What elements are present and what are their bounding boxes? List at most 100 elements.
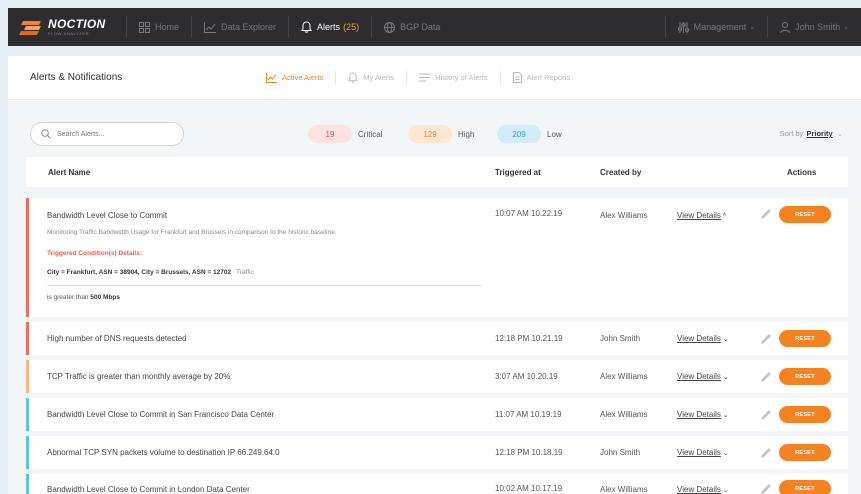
nav-user-menu[interactable]: John Smith ⌄	[768, 8, 861, 46]
high-label: High	[458, 129, 475, 139]
nav-bgp-data-label: BGP Data	[400, 22, 441, 32]
column-header-created-by[interactable]: Created by	[600, 168, 641, 177]
triggered-at: 11:07 AM 10.19.19	[495, 410, 562, 419]
view-details-label: View Details	[677, 485, 721, 494]
table-row[interactable]: Abnormal TCP SYN packets volume to desti…	[26, 436, 848, 469]
condition-rule: City = Frankfurt, ASN = 38904, City = Br…	[47, 269, 254, 276]
reset-button[interactable]: RESET	[779, 368, 831, 385]
nav-home[interactable]: Home	[127, 8, 191, 46]
table-row[interactable]: TCP Traffic is greater than monthly aver…	[26, 360, 848, 393]
edit-pencil-icon[interactable]	[760, 370, 772, 388]
low-count-badge: 209	[497, 125, 541, 143]
severity-filter-low[interactable]: 209 Low	[497, 125, 562, 143]
view-details-label: View Details	[677, 372, 721, 381]
user-icon	[780, 21, 791, 33]
sort-dropdown[interactable]: Sort by Priority ⌄	[780, 129, 843, 138]
edit-pencil-icon[interactable]	[760, 207, 772, 225]
alerts-count-badge: (25)	[343, 22, 360, 32]
alerts-panel: Alerts & Notifications Active Alerts My …	[8, 56, 861, 494]
created-by: Alex Williams	[600, 372, 648, 381]
view-details-link[interactable]: View Details ⌄	[677, 410, 729, 419]
created-by: Alex Williams	[600, 211, 648, 220]
table-row[interactable]: Bandwidth Level Close to Commit in San F…	[26, 398, 848, 431]
chevron-down-icon: ⌄	[722, 412, 729, 419]
search-box[interactable]	[30, 122, 184, 146]
reset-button[interactable]: RESET	[779, 330, 831, 347]
reset-button[interactable]: RESET	[779, 444, 831, 461]
created-by: Alex Williams	[600, 410, 648, 419]
critical-label: Critical	[358, 129, 383, 139]
sort-label: Sort by	[779, 129, 804, 138]
triggered-at: 10:02 AM 10.17.19	[495, 484, 563, 493]
condition-rule-tag: Traffic	[236, 269, 254, 276]
view-details-link[interactable]: View Details ⌄	[677, 372, 729, 381]
search-input[interactable]	[57, 130, 167, 138]
reset-button[interactable]: RESET	[779, 480, 831, 494]
tab-label: My Alerts	[363, 73, 395, 82]
triggered-at: 12:18 PM 10.21.19	[495, 334, 563, 343]
table-row[interactable]: High number of DNS requests detected 12:…	[26, 322, 848, 355]
view-details-label: View Details	[677, 448, 721, 457]
edit-pencil-icon[interactable]	[760, 332, 772, 350]
alert-name: TCP Traffic is greater than monthly aver…	[47, 372, 231, 381]
triggered-conditions-title: Triggered Condition(s) Details:	[47, 250, 142, 257]
chevron-down-icon: ⌄	[722, 374, 729, 381]
globe-icon	[384, 21, 396, 33]
column-header-triggered-at[interactable]: Triggered at	[495, 168, 541, 177]
view-details-link[interactable]: View Details ⌄	[677, 485, 729, 494]
logo-mark-icon	[19, 18, 44, 36]
table-row[interactable]: Bandwidth Level Close to Commit 10:07 AM…	[26, 198, 848, 317]
panel-header: Alerts & Notifications Active Alerts My …	[8, 56, 861, 100]
view-details-link[interactable]: View Details ^	[677, 211, 726, 220]
tab-history-of-alerts[interactable]: History of Alerts	[407, 56, 500, 99]
nav-bgp-data[interactable]: BGP Data	[372, 8, 452, 46]
condition-rule-text: City = Frankfurt, ASN = 38904, City = Br…	[47, 269, 232, 276]
created-by: Alex Williams	[600, 485, 648, 494]
high-count-badge: 129	[408, 125, 452, 143]
alert-name: Bandwidth Level Close to Commit in San F…	[47, 410, 275, 419]
column-header-actions: Actions	[787, 167, 817, 177]
view-details-link[interactable]: View Details ⌄	[677, 448, 729, 457]
alert-name: Abnormal TCP SYN packets volume to desti…	[47, 448, 280, 457]
tab-my-alerts[interactable]: My Alerts	[336, 56, 406, 99]
sort-value: Priority	[806, 129, 833, 138]
created-by: John Smith	[600, 334, 641, 343]
severity-indicator	[26, 398, 29, 431]
severity-indicator	[26, 436, 29, 469]
chart-line-icon	[204, 21, 217, 33]
edit-pencil-icon[interactable]	[760, 446, 772, 464]
nav-home-label: Home	[155, 22, 180, 32]
search-icon	[41, 129, 51, 139]
table-row[interactable]: Bandwidth Level Close to Commit in Londo…	[26, 474, 848, 494]
nav-management[interactable]: Management ⌄	[666, 8, 767, 46]
tab-alert-reports[interactable]: Alert Reports	[501, 56, 583, 99]
chevron-down-icon: ⌄	[843, 24, 849, 31]
column-header-alert-name[interactable]: Alert Name	[48, 168, 90, 177]
nav-data-explorer[interactable]: Data Explorer	[192, 8, 288, 46]
created-by: John Smith	[600, 448, 641, 457]
nav-alerts[interactable]: Alerts (25)	[289, 8, 371, 46]
operator-text: is greater than	[47, 294, 89, 301]
bell-icon	[348, 72, 359, 83]
severity-indicator	[26, 198, 29, 317]
tab-label: History of Alerts	[435, 73, 488, 82]
list-icon	[419, 73, 431, 82]
view-details-label: View Details	[677, 334, 721, 343]
nav-alerts-label: Alerts	[317, 22, 341, 32]
app-logo[interactable]: NOCTION FLOW ANALYZER	[8, 8, 126, 46]
condition-operator: is greater than 500 Mbps	[47, 294, 120, 301]
chevron-up-icon: ^	[722, 213, 727, 220]
nav-management-label: Management	[693, 22, 747, 32]
bell-icon	[301, 21, 313, 33]
reset-button[interactable]: RESET	[779, 406, 831, 423]
severity-indicator	[26, 360, 29, 393]
chevron-down-icon: ⌄	[722, 450, 729, 457]
tab-active-alerts[interactable]: Active Alerts	[254, 56, 335, 99]
edit-pencil-icon[interactable]	[760, 482, 772, 494]
reset-button[interactable]: RESET	[779, 206, 831, 223]
severity-filter-critical[interactable]: 19 Critical	[308, 125, 382, 143]
edit-pencil-icon[interactable]	[760, 408, 772, 426]
view-details-link[interactable]: View Details ⌄	[677, 334, 729, 343]
chart-line-icon	[266, 72, 277, 83]
severity-filter-high[interactable]: 129 High	[408, 125, 474, 143]
